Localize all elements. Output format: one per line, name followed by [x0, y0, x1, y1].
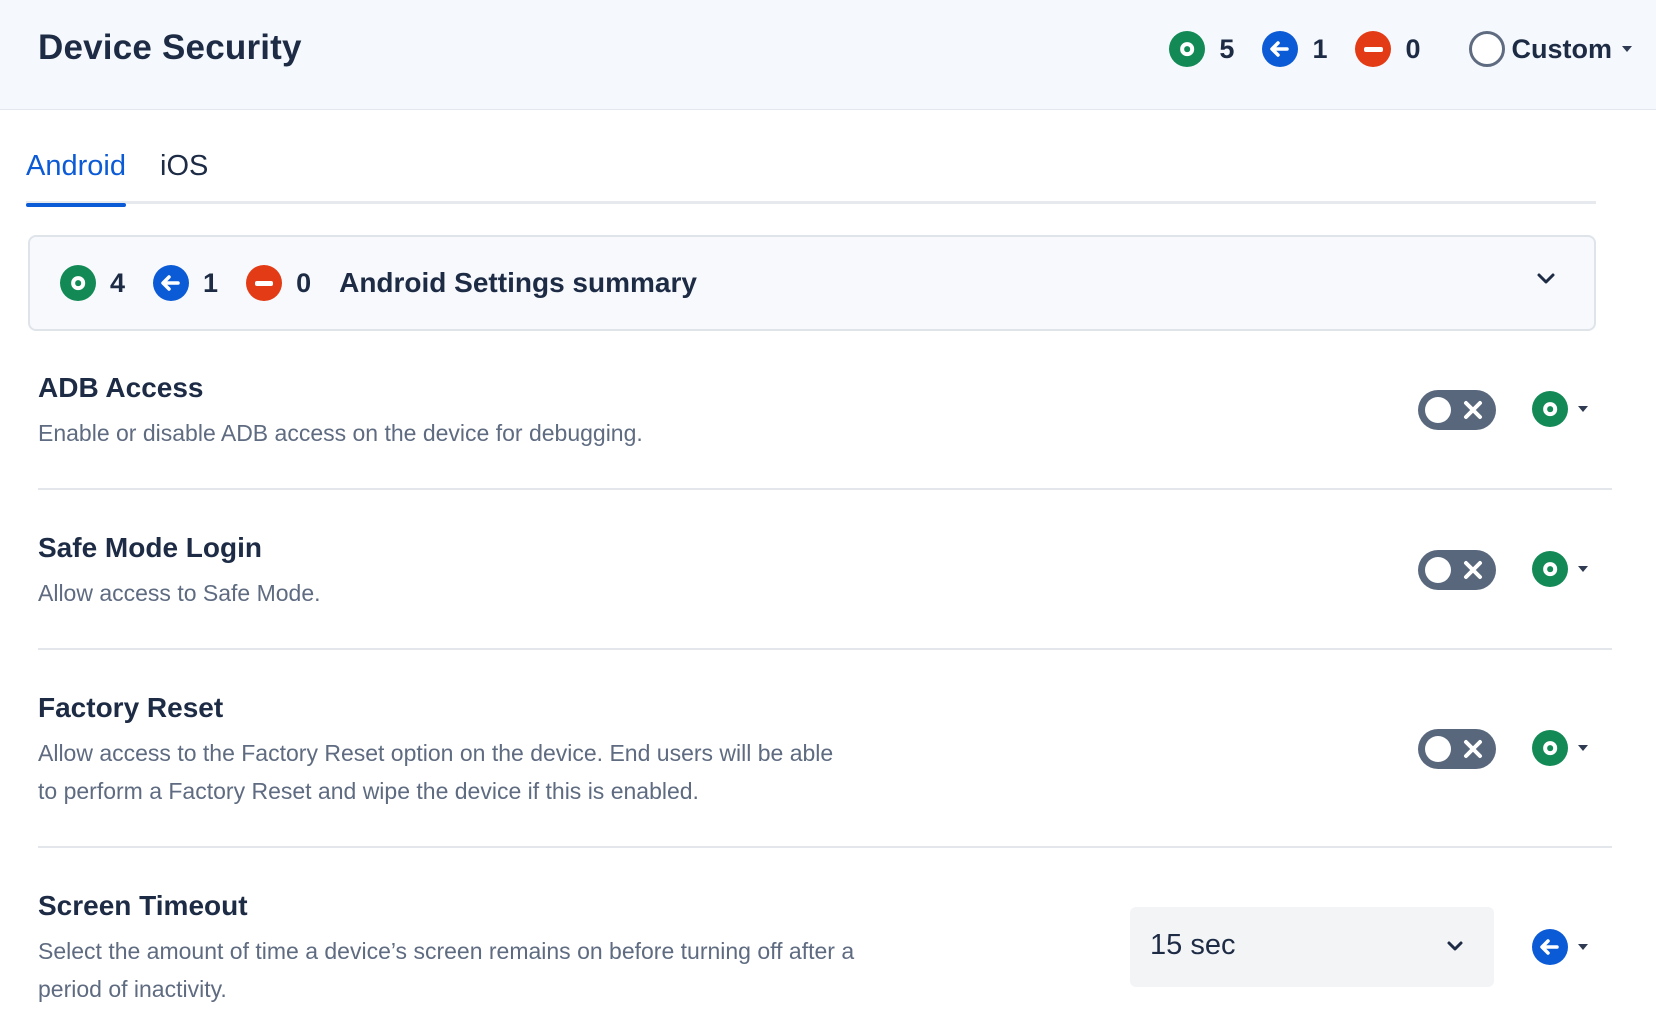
setting-description: Allow access to Safe Mode.: [38, 580, 321, 606]
caret-down-icon: [1622, 46, 1632, 52]
setting-factory-reset: Factory Reset Allow access to the Factor…: [38, 692, 1612, 810]
setting-description: Select the amount of time a device’s scr…: [38, 938, 855, 1002]
platform-tabs: Android iOS: [26, 150, 1596, 207]
screen-timeout-value: 15 sec: [1150, 929, 1236, 961]
enforced-icon: [1169, 31, 1206, 67]
adb-access-status-dropdown[interactable]: [1532, 391, 1588, 427]
profile-dropdown[interactable]: Custom: [1468, 31, 1632, 67]
profile-dropdown-label: Custom: [1511, 33, 1613, 64]
enforced-icon: [60, 265, 96, 301]
tab-ios[interactable]: iOS: [160, 150, 208, 204]
summary-disabled-value: 0: [296, 267, 312, 298]
settings-summary-panel[interactable]: 4 1 0 Android Settings summary: [28, 235, 1596, 331]
setting-safe-mode-login: Safe Mode Login Allow access to Safe Mod…: [38, 532, 1612, 612]
summary-disabled-count: 0: [246, 265, 311, 301]
enforced-icon: [1532, 391, 1568, 427]
chevron-down-icon[interactable]: [1536, 269, 1556, 289]
header-status-summary: 5 1 0 Custom: [1169, 30, 1632, 68]
safe-mode-login-toggle[interactable]: [1418, 550, 1496, 590]
summary-title: Android Settings summary: [339, 267, 697, 298]
setting-title: Safe Mode Login: [38, 532, 262, 563]
x-icon: [1464, 740, 1482, 758]
summary-inherited-value: 1: [203, 267, 219, 298]
disabled-count-value: 0: [1405, 33, 1421, 64]
toggle-knob: [1425, 397, 1451, 423]
enforced-count-value: 5: [1219, 33, 1235, 64]
setting-description: Allow access to the Factory Reset option…: [38, 740, 834, 804]
factory-reset-toggle[interactable]: [1418, 729, 1496, 769]
setting-adb-access: ADB Access Enable or disable ADB access …: [38, 372, 1612, 452]
disabled-icon: [1355, 31, 1392, 67]
tab-android[interactable]: Android: [26, 150, 126, 207]
inherited-count-value: 1: [1312, 33, 1328, 64]
caret-down-icon: [1578, 944, 1588, 950]
disabled-count: 0: [1355, 31, 1421, 67]
enforced-icon: [1532, 730, 1568, 766]
enforced-count: 5: [1169, 31, 1234, 67]
divider: [38, 488, 1612, 490]
custom-ring-icon: [1468, 31, 1505, 67]
inherited-icon: [153, 265, 190, 301]
divider: [38, 846, 1612, 848]
summary-enforced-count: 4: [60, 265, 125, 301]
setting-title: ADB Access: [38, 372, 204, 403]
screen-timeout-select[interactable]: 15 sec: [1130, 907, 1494, 987]
adb-access-toggle[interactable]: [1418, 390, 1496, 430]
page-title: Device Security: [38, 28, 302, 67]
toggle-knob: [1425, 736, 1451, 762]
caret-down-icon: [1578, 745, 1588, 751]
divider: [38, 648, 1612, 650]
summary-enforced-value: 4: [110, 267, 126, 298]
enforced-icon: [1532, 551, 1568, 587]
disabled-icon: [246, 265, 283, 301]
page-header: Device Security 5 1 0 Custom: [0, 0, 1656, 110]
caret-down-icon: [1578, 566, 1588, 572]
x-icon: [1464, 401, 1482, 419]
caret-down-icon: [1578, 406, 1588, 412]
setting-title: Factory Reset: [38, 692, 224, 723]
screen-timeout-status-dropdown[interactable]: [1532, 929, 1588, 965]
inherited-icon: [1262, 31, 1299, 67]
x-icon: [1464, 561, 1482, 579]
safe-mode-login-status-dropdown[interactable]: [1532, 551, 1588, 587]
toggle-knob: [1425, 557, 1451, 583]
inherited-icon: [1532, 929, 1568, 965]
inherited-count: 1: [1262, 31, 1327, 67]
chevron-down-icon: [1447, 941, 1463, 951]
factory-reset-status-dropdown[interactable]: [1532, 730, 1588, 766]
setting-description: Enable or disable ADB access on the devi…: [38, 420, 643, 446]
summary-inherited-count: 1: [153, 265, 218, 301]
